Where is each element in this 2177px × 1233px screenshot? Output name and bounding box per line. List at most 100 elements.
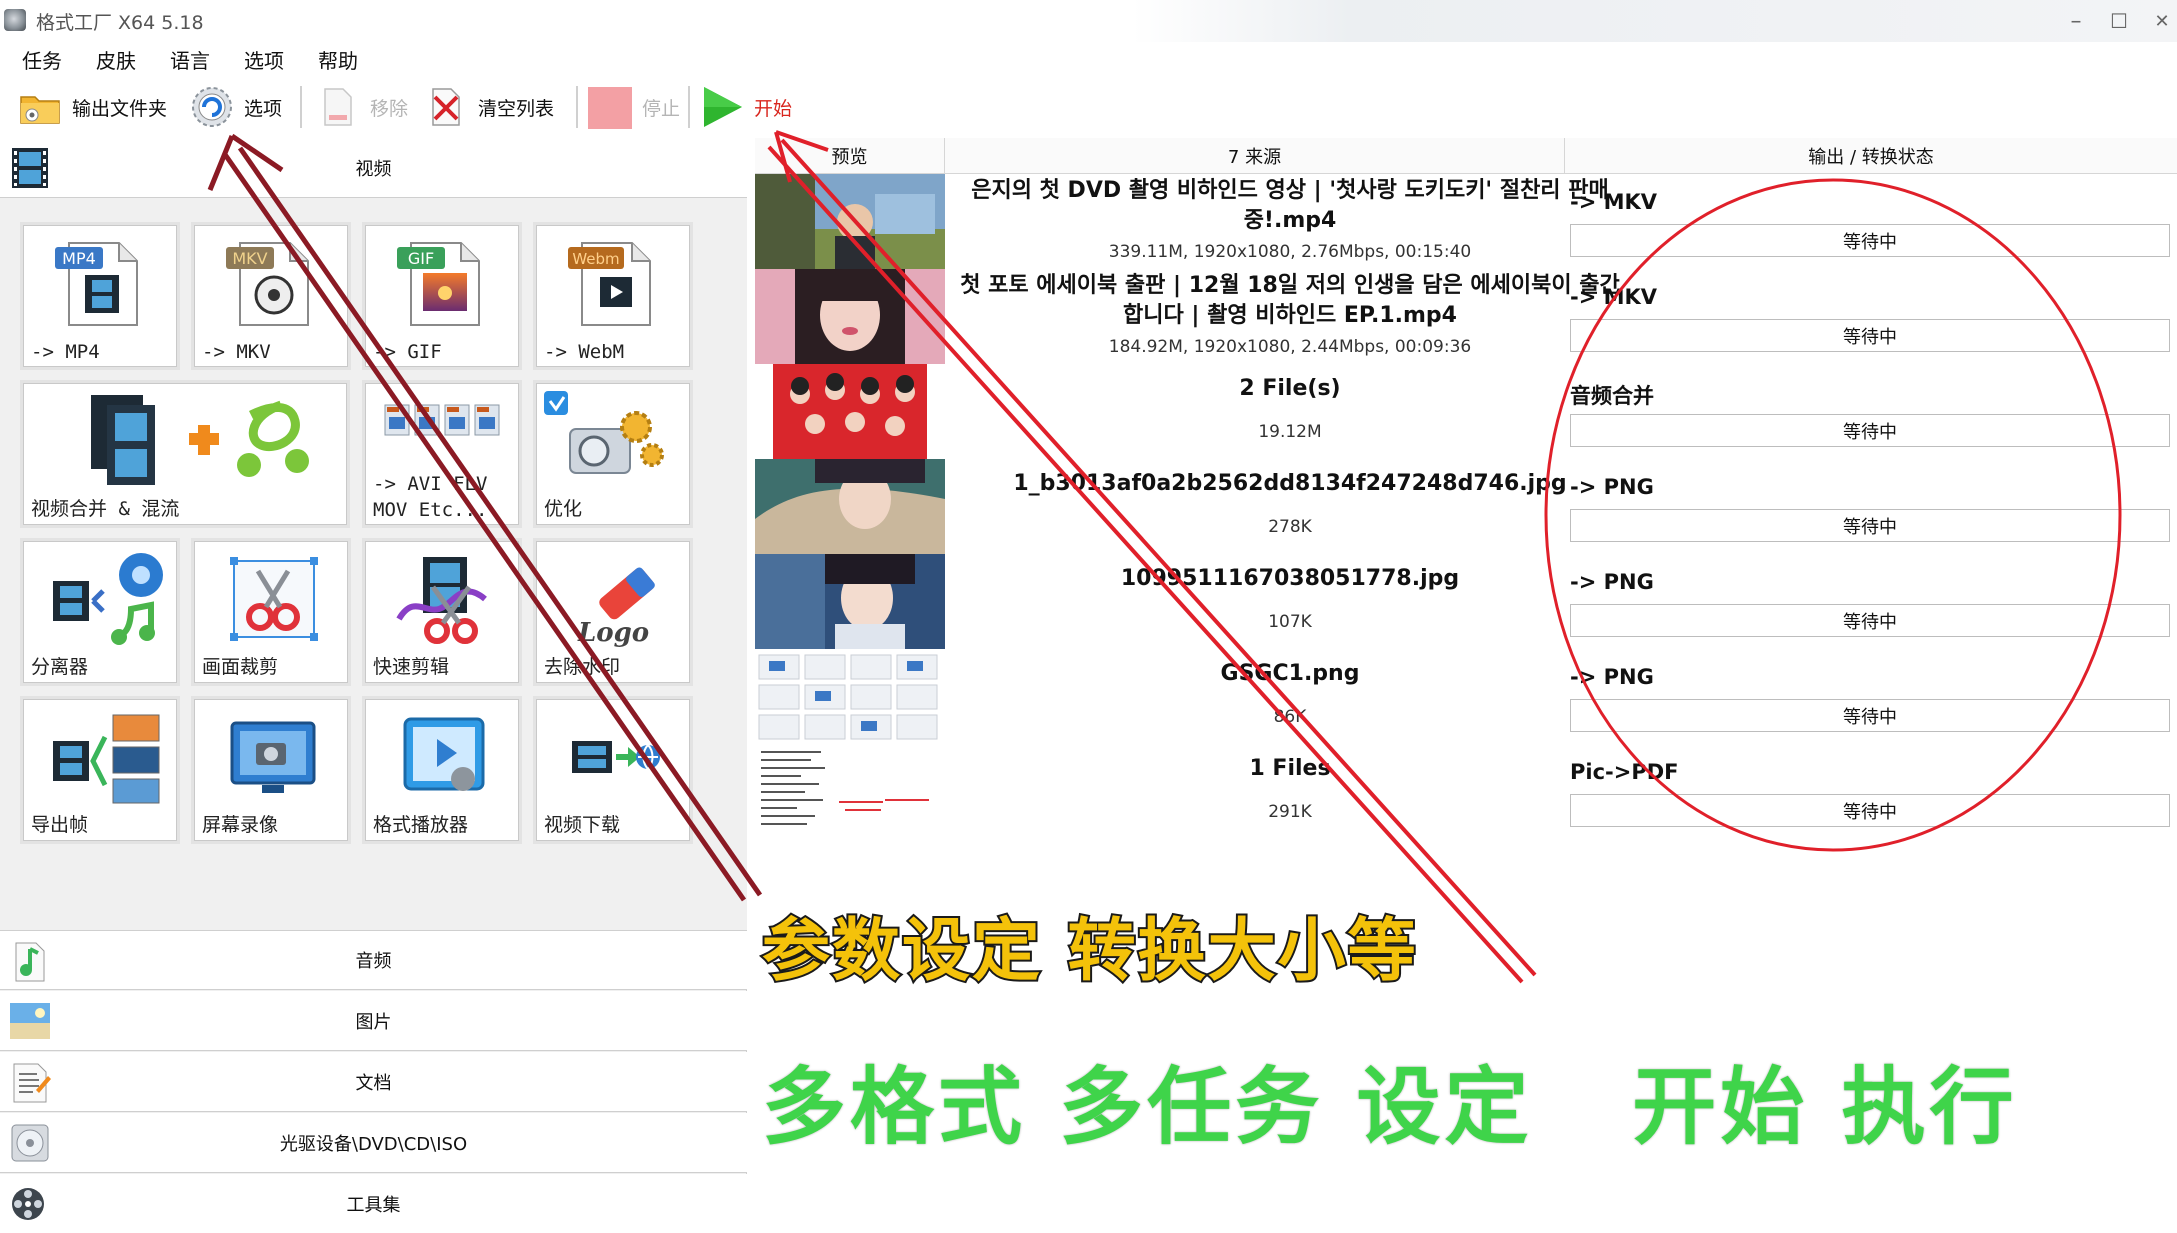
- output-format: -> PNG: [1570, 570, 1654, 594]
- column-header-source[interactable]: 7 来源: [945, 138, 1565, 174]
- music-note-icon: [8, 939, 52, 983]
- options-label: 选项: [244, 97, 283, 120]
- category-document[interactable]: 文档: [0, 1052, 747, 1112]
- clear-list-button[interactable]: 清空列表: [424, 80, 554, 134]
- table-row[interactable]: 2 File(s) 19.12M 音频合并 等待中: [755, 364, 2177, 459]
- source-title: 1099511167038051778.jpg: [1120, 566, 1460, 591]
- category-optical[interactable]: 光驱设备\DVD\CD\ISO: [0, 1113, 747, 1173]
- stop-icon: [588, 85, 632, 131]
- stop-label: 停止: [642, 97, 681, 120]
- remove-watermark-icon: Logo: [564, 553, 664, 649]
- table-row[interactable]: 1 Files 291K Pic->PDF 等待中: [755, 744, 2177, 839]
- clear-list-label: 清空列表: [478, 97, 555, 120]
- preview-thumbnail: [755, 649, 945, 744]
- stop-button[interactable]: 停止: [588, 80, 680, 134]
- category-tools-label: 工具集: [346, 1195, 401, 1216]
- menu-skin[interactable]: 皮肤: [96, 45, 136, 74]
- options-button[interactable]: 选项: [190, 80, 282, 134]
- start-play-icon: [700, 85, 744, 129]
- tile-to-webm[interactable]: Webm -> WebM: [533, 222, 693, 370]
- category-audio[interactable]: 音频: [0, 930, 747, 990]
- tile-label: 导出帧: [31, 814, 89, 836]
- menu-help[interactable]: 帮助: [318, 45, 358, 74]
- toolbar-separator: [300, 86, 302, 128]
- category-panel: 视频 MP4 -> MP4 MKV -> MKV GIF -> GIF Webm…: [0, 138, 747, 1233]
- table-row[interactable]: 1_b3013af0a2b2562dd8134f247248d746.jpg 2…: [755, 459, 2177, 554]
- table-row[interactable]: GSGC1.png 86K -> PNG 等待中: [755, 649, 2177, 744]
- column-header-preview[interactable]: 预览: [755, 138, 945, 174]
- tile-screen-record[interactable]: 屏幕录像: [191, 696, 351, 844]
- video-merge-icon: [51, 395, 341, 491]
- tile-video-download[interactable]: 视频下载: [533, 696, 693, 844]
- tile-player[interactable]: 格式播放器: [362, 696, 522, 844]
- menu-task[interactable]: 任务: [22, 45, 62, 74]
- tile-label-2: MOV Etc...: [373, 499, 488, 521]
- category-image[interactable]: 图片: [0, 991, 747, 1051]
- app-logo-icon: [4, 9, 26, 31]
- tile-video-formats[interactable]: -> AVI FLV MOV Etc...: [362, 380, 522, 528]
- preview-thumbnail: [755, 459, 945, 554]
- output-format: 音频合并: [1570, 384, 1654, 408]
- tile-optimize[interactable]: 优化: [533, 380, 693, 528]
- output-folder-button[interactable]: 输出文件夹: [18, 80, 167, 134]
- clear-list-icon: [424, 85, 468, 129]
- column-header-output[interactable]: 输出 / 转换状态: [1565, 138, 2177, 174]
- tile-splitter[interactable]: 分离器: [20, 538, 180, 686]
- gif-file-icon: GIF: [393, 237, 493, 333]
- close-button[interactable]: ✕: [2144, 6, 2177, 36]
- preview-thumbnail: [755, 269, 945, 364]
- source-meta: 107K: [1268, 612, 1312, 632]
- source-meta: 339.11M, 1920x1080, 2.76Mbps, 00:15:40: [1108, 242, 1472, 262]
- film-strip-icon: [8, 146, 52, 190]
- remove-button[interactable]: 移除: [316, 80, 408, 134]
- output-format: -> MKV: [1570, 190, 1658, 214]
- source-title: 1 Files: [1249, 756, 1331, 781]
- preview-thumbnail: [755, 364, 945, 459]
- status-bar: 等待中: [1570, 414, 2170, 447]
- start-label: 开始: [754, 97, 793, 120]
- tile-quick-clip[interactable]: 快速剪辑: [362, 538, 522, 686]
- source-title: GSGC1.png: [1220, 661, 1360, 686]
- menu-language[interactable]: 语言: [170, 45, 210, 74]
- folder-icon: [18, 85, 62, 129]
- tile-video-merge[interactable]: 视频合并 & 混流: [20, 380, 350, 528]
- tile-crop[interactable]: 画面裁剪: [191, 538, 351, 686]
- options-gear-icon: [190, 85, 234, 129]
- tile-to-mkv[interactable]: MKV -> MKV: [191, 222, 351, 370]
- category-video[interactable]: 视频: [0, 138, 747, 198]
- table-row[interactable]: 첫 포토 에세이북 출판 | 12월 18일 저의 인생을 담은 에세이북이 출…: [755, 269, 2177, 364]
- maximize-button[interactable]: ☐: [2101, 6, 2137, 36]
- mkv-file-icon: MKV: [222, 237, 322, 333]
- menu-options[interactable]: 选项: [244, 45, 284, 74]
- source-title: 2 File(s): [1239, 376, 1341, 401]
- column-header-preview-label: 预览: [831, 146, 868, 168]
- category-optical-label: 光驱设备\DVD\CD\ISO: [279, 1133, 468, 1155]
- preview-thumbnail: [755, 744, 945, 839]
- start-button[interactable]: 开始: [700, 80, 792, 134]
- source-meta: 184.92M, 1920x1080, 2.44Mbps, 00:09:36: [1108, 337, 1472, 357]
- disc-drive-icon: [8, 1121, 52, 1165]
- status-bar: 等待中: [1570, 794, 2170, 827]
- table-row[interactable]: 1099511167038051778.jpg 107K -> PNG 等待中: [755, 554, 2177, 649]
- annotation-caption-1: 参数设定 转换大小等: [760, 910, 1418, 993]
- tile-label: 视频合并 & 混流: [31, 498, 180, 520]
- tile-label: 优化: [544, 498, 583, 520]
- tile-to-gif[interactable]: GIF -> GIF: [362, 222, 522, 370]
- table-row[interactable]: 은지의 첫 DVD 촬영 비하인드 영상 | '첫사랑 도키도키' 절찬리 판매…: [755, 174, 2177, 269]
- tile-label: 分离器: [31, 656, 89, 678]
- tile-label: 视频下载: [544, 814, 621, 836]
- source-meta: 291K: [1268, 802, 1312, 822]
- title-bar: [0, 0, 2177, 42]
- player-icon: [393, 711, 493, 807]
- tile-remove-watermark[interactable]: Logo 去除水印: [533, 538, 693, 686]
- tools-reel-icon: [8, 1182, 52, 1226]
- category-tools[interactable]: 工具集: [0, 1174, 747, 1233]
- minimize-button[interactable]: –: [2058, 6, 2094, 36]
- menu-bar: 任务 皮肤 语言 选项 帮助: [0, 42, 2177, 76]
- tile-export-frames[interactable]: 导出帧: [20, 696, 180, 844]
- tile-to-mp4[interactable]: MP4 -> MP4: [20, 222, 180, 370]
- annotation-caption-2: 多格式 多任务 设定 开始 执行: [760, 1057, 2018, 1158]
- status-bar: 等待中: [1570, 699, 2170, 732]
- tile-badge: Webm: [572, 250, 619, 268]
- preview-thumbnail: [755, 174, 945, 269]
